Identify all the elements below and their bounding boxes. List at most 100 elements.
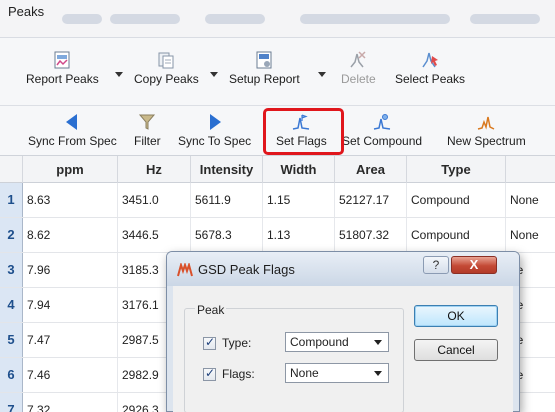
report-peaks-icon xyxy=(54,51,70,69)
peaks-window: Peaks Report Peaks Copy Peaks Setup Repo… xyxy=(0,0,555,412)
table-cell-ppm[interactable]: 7.96 xyxy=(23,253,118,287)
dialog-title-bar[interactable]: GSD Peak Flags ? X xyxy=(167,252,519,286)
peak-compound-icon xyxy=(373,114,391,130)
setup-report-icon xyxy=(256,51,272,69)
column-header[interactable]: Intensity xyxy=(191,156,263,183)
gsd-peak-flags-dialog: GSD Peak Flags ? X Peak Type: Compound F… xyxy=(166,251,520,412)
table-cell-ppm[interactable]: 7.94 xyxy=(23,288,118,322)
new-spectrum-icon xyxy=(478,116,495,130)
table-cell-hz[interactable]: 3451.0 xyxy=(118,183,191,217)
blurred-tab xyxy=(110,14,180,24)
report-peaks-label: Report Peaks xyxy=(26,72,99,86)
column-header[interactable]: Area xyxy=(335,156,407,183)
flags-checkbox[interactable] xyxy=(203,366,216,381)
dialog-body: Peak Type: Compound Flags: None OK Cance… xyxy=(173,286,513,412)
column-header[interactable]: ppm xyxy=(23,156,118,183)
table-cell-ppm[interactable]: 7.32 xyxy=(23,393,118,412)
row-number[interactable]: 7 xyxy=(0,393,23,412)
table-cell-intensity[interactable]: 5678.3 xyxy=(191,218,263,252)
set-flags-highlight xyxy=(263,108,344,155)
blurred-tab xyxy=(62,14,102,24)
app-logo-icon xyxy=(177,263,193,277)
select-peaks-button[interactable]: Select Peaks xyxy=(395,50,465,86)
copy-peaks-dropdown-icon[interactable] xyxy=(210,72,218,77)
table-cell-width[interactable]: 1.15 xyxy=(263,183,335,217)
type-select[interactable]: Compound xyxy=(285,332,389,352)
filter-icon xyxy=(139,114,156,130)
set-compound-button[interactable]: Set Compound xyxy=(342,112,422,148)
filter-button[interactable]: Filter xyxy=(134,112,161,148)
peak-group-box xyxy=(184,308,404,412)
table-cell-area[interactable]: 51807.32 xyxy=(335,218,407,252)
column-header[interactable]: Hz xyxy=(118,156,191,183)
setup-report-dropdown-icon[interactable] xyxy=(318,72,326,77)
table-cell-intensity[interactable]: 5611.9 xyxy=(191,183,263,217)
table-cell-type[interactable]: Compound xyxy=(407,218,506,252)
report-toolbar: Report Peaks Copy Peaks Setup Report Del… xyxy=(0,38,555,106)
dialog-title: GSD Peak Flags xyxy=(198,262,295,277)
filter-label: Filter xyxy=(134,134,161,148)
flags-select[interactable]: None xyxy=(285,363,389,383)
sync-from-spec-button[interactable]: Sync From Spec xyxy=(28,112,117,148)
table-cell-width[interactable]: 1.13 xyxy=(263,218,335,252)
setup-report-label: Setup Report xyxy=(229,72,300,86)
row-number[interactable]: 6 xyxy=(0,358,23,392)
row-number[interactable]: 2 xyxy=(0,218,23,252)
blurred-tab xyxy=(205,14,265,24)
table-row[interactable]: 2 8.62 3446.5 5678.3 1.13 51807.32 Compound Non… xyxy=(0,218,555,253)
table-row[interactable]: 1 8.63 3451.0 5611.9 1.15 52127.17 Compound Non… xyxy=(0,183,555,218)
flags-label: Flags: xyxy=(222,367,255,381)
column-header[interactable]: Type xyxy=(407,156,506,183)
window-title: Peaks xyxy=(8,4,45,19)
table-cell-flags[interactable]: None xyxy=(506,183,555,217)
set-compound-label: Set Compound xyxy=(342,134,423,148)
sync-to-spec-label: Sync To Spec xyxy=(178,134,252,148)
table-cell-hz[interactable]: 3446.5 xyxy=(118,218,191,252)
title-bar: Peaks xyxy=(0,0,555,38)
delete-peak-icon xyxy=(350,51,366,68)
delete-label: Delete xyxy=(341,72,376,86)
report-peaks-button[interactable]: Report Peaks xyxy=(26,50,99,86)
new-spectrum-button[interactable]: New Spectrum xyxy=(447,112,526,148)
row-number-header xyxy=(0,156,23,183)
table-cell-type[interactable]: Compound xyxy=(407,183,506,217)
select-peaks-icon xyxy=(422,52,439,68)
peak-group-label: Peak xyxy=(195,303,227,317)
table-cell-ppm[interactable]: 8.63 xyxy=(23,183,118,217)
row-number[interactable]: 4 xyxy=(0,288,23,322)
chevron-down-icon xyxy=(374,340,382,345)
copy-peaks-icon xyxy=(158,52,174,69)
type-select-value: Compound xyxy=(290,335,349,349)
row-number[interactable]: 5 xyxy=(0,323,23,357)
setup-report-button[interactable]: Setup Report xyxy=(229,50,300,86)
cancel-button[interactable]: Cancel xyxy=(414,339,498,361)
table-cell-ppm[interactable]: 7.47 xyxy=(23,323,118,357)
row-number[interactable]: 3 xyxy=(0,253,23,287)
table-cell-ppm[interactable]: 8.62 xyxy=(23,218,118,252)
blurred-tab xyxy=(470,14,540,24)
new-spectrum-label: New Spectrum xyxy=(447,134,526,148)
delete-button[interactable]: Delete xyxy=(341,50,376,86)
table-cell-ppm[interactable]: 7.46 xyxy=(23,358,118,392)
table-header: ppm Hz Intensity Width Area Type xyxy=(0,156,555,183)
table-cell-flags[interactable]: None xyxy=(506,218,555,252)
type-checkbox[interactable] xyxy=(203,335,216,350)
report-peaks-dropdown-icon[interactable] xyxy=(115,72,123,77)
copy-peaks-label: Copy Peaks xyxy=(134,72,199,86)
column-header[interactable]: Width xyxy=(263,156,335,183)
column-header[interactable] xyxy=(506,156,555,183)
copy-peaks-button[interactable]: Copy Peaks xyxy=(134,50,199,86)
close-button[interactable]: X xyxy=(451,256,497,274)
ok-button[interactable]: OK xyxy=(414,305,498,327)
sync-from-spec-label: Sync From Spec xyxy=(28,134,117,148)
row-number[interactable]: 1 xyxy=(0,183,23,217)
arrow-left-icon xyxy=(66,114,78,130)
type-label: Type: xyxy=(222,336,252,350)
sync-to-spec-button[interactable]: Sync To Spec xyxy=(178,112,251,148)
arrow-right-icon xyxy=(209,114,221,130)
help-button[interactable]: ? xyxy=(423,256,449,274)
chevron-down-icon xyxy=(374,371,382,376)
flags-select-value: None xyxy=(290,366,319,380)
select-peaks-label: Select Peaks xyxy=(395,72,466,86)
table-cell-area[interactable]: 52127.17 xyxy=(335,183,407,217)
